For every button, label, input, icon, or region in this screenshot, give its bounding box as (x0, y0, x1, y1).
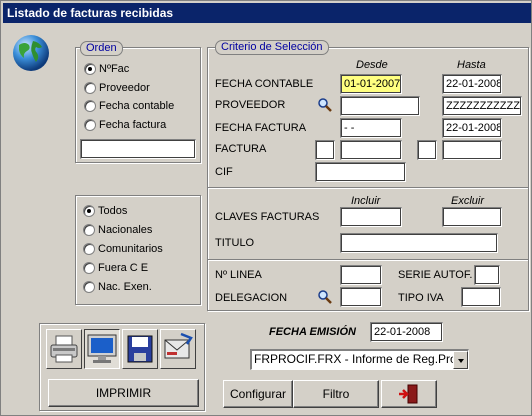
factura-hasta[interactable] (442, 140, 502, 160)
print-to-screen-button[interactable] (84, 329, 120, 369)
titulo-label: TITULO (215, 237, 255, 249)
radio-icon (83, 262, 95, 275)
chevron-down-icon[interactable] (453, 351, 468, 369)
serie-autof-label: SERIE AUTOF. (398, 269, 473, 281)
radio-icon (83, 224, 95, 237)
radio-icon (83, 205, 95, 218)
orden-option-fecha-factura[interactable]: Fecha factura (84, 119, 166, 135)
orden-option-proveedor[interactable]: Proveedor (84, 82, 150, 98)
tipo-option-fuera-ce[interactable]: Fuera C E (83, 262, 148, 278)
filtro-button[interactable]: Filtro (293, 380, 379, 408)
delegacion-search-icon[interactable] (317, 289, 333, 305)
orden-option-nfac[interactable]: NºFac (84, 63, 129, 79)
report-window: Listado de facturas recibidas Orden NºFa… (0, 0, 532, 416)
n-linea-field[interactable] (340, 265, 382, 285)
proveedor-search-icon[interactable] (317, 97, 333, 113)
claves-excluir[interactable] (442, 207, 502, 227)
exit-button[interactable] (381, 380, 437, 408)
tipo-option-comunitarios[interactable]: Comunitarios (83, 243, 163, 259)
fecha-contable-desde[interactable]: 01-01-2007 (340, 74, 402, 94)
fecha-contable-hasta[interactable]: 22-01-2008 (442, 74, 502, 94)
factura-desde-serie[interactable] (315, 140, 335, 160)
fecha-contable-label: FECHA CONTABLE (215, 78, 314, 90)
tipo-iva-label: TIPO IVA (398, 292, 444, 304)
radio-icon (83, 243, 95, 256)
claves-facturas-label: CLAVES FACTURAS (215, 211, 320, 223)
fecha-factura-hasta[interactable]: 22-01-2008 (442, 118, 502, 138)
fecha-factura-desde[interactable]: - - (340, 118, 402, 138)
imprimir-button[interactable]: IMPRIMIR (48, 379, 199, 407)
fecha-emision-label: FECHA EMISIÓN (269, 326, 356, 338)
cif-field[interactable] (315, 162, 406, 182)
report-format-select[interactable]: FRPROCIF.FRX - Informe de Reg.Prov. (250, 349, 469, 370)
email-icon (164, 332, 193, 359)
hasta-header: Hasta (457, 59, 486, 71)
window-title: Listado de facturas recibidas (3, 3, 531, 23)
tipo-option-todos[interactable]: Todos (83, 205, 127, 221)
report-format-value: FRPROCIF.FRX - Informe de Reg.Prov. (254, 352, 466, 366)
serie-autof-field[interactable] (474, 265, 500, 285)
radio-icon (84, 63, 96, 76)
proveedor-label: PROVEEDOR (215, 99, 286, 111)
delegacion-field[interactable] (340, 287, 382, 307)
criterio-legend: Criterio de Selección (215, 40, 329, 55)
cif-label: CIF (215, 166, 233, 178)
exit-door-icon (399, 384, 418, 404)
save-to-file-button[interactable] (122, 329, 158, 369)
tipo-option-nacionales[interactable]: Nacionales (83, 224, 152, 240)
print-to-printer-button[interactable] (46, 329, 82, 369)
globe-icon (13, 35, 49, 71)
proveedor-desde[interactable] (340, 96, 420, 116)
criterio-separator-2 (208, 259, 528, 261)
radio-icon (84, 100, 96, 113)
tipo-option-nac-exen[interactable]: Nac. Exen. (83, 281, 152, 297)
orden-option-fecha-contable[interactable]: Fecha contable (84, 100, 174, 116)
titulo-field[interactable] (340, 233, 498, 253)
send-email-button[interactable] (160, 329, 196, 369)
claves-incluir[interactable] (340, 207, 402, 227)
criterio-separator-1 (208, 187, 528, 189)
monitor-icon (87, 334, 117, 363)
incluir-header: Incluir (351, 195, 381, 207)
fecha-factura-label: FECHA FACTURA (215, 122, 307, 134)
n-linea-label: Nº LINEA (215, 269, 262, 281)
orden-text-field[interactable] (80, 139, 196, 159)
radio-icon (83, 281, 95, 294)
radio-icon (84, 119, 96, 132)
configurar-button[interactable]: Configurar (223, 380, 293, 408)
factura-hasta-serie[interactable] (417, 140, 437, 160)
orden-legend: Orden (80, 41, 123, 56)
radio-icon (84, 82, 96, 95)
fecha-emision-field[interactable]: 22-01-2008 (370, 322, 443, 342)
tipo-iva-field[interactable] (461, 287, 501, 307)
factura-desde[interactable] (340, 140, 402, 160)
printer-icon (50, 335, 78, 363)
desde-header: Desde (356, 59, 388, 71)
factura-label: FACTURA (215, 143, 267, 155)
delegacion-label: DELEGACION (215, 292, 288, 304)
floppy-disk-icon (127, 335, 153, 363)
proveedor-hasta[interactable]: ZZZZZZZZZZZ (442, 96, 522, 116)
excluir-header: Excluir (451, 195, 485, 207)
